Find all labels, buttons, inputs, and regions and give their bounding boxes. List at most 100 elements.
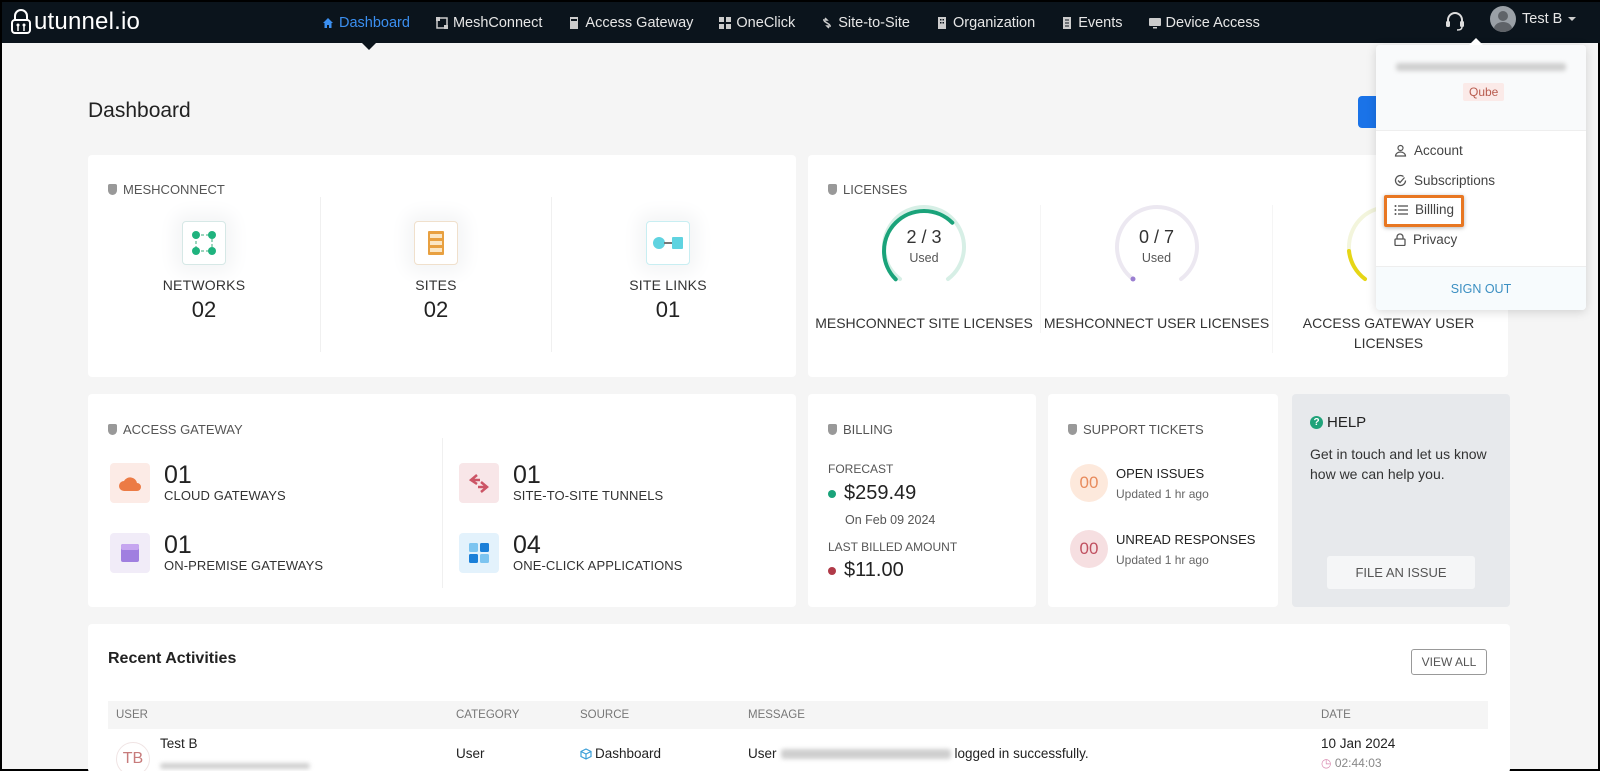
nav-label: Device Access	[1165, 14, 1260, 31]
site-to-site-icon	[823, 16, 832, 29]
nav-label: Dashboard	[339, 14, 410, 31]
message-cell: User logged in successfully.	[748, 746, 1089, 761]
stat-label: SITES	[415, 277, 457, 293]
support-tickets-title: SUPPORT TICKETS	[1068, 422, 1204, 437]
device-icon	[1148, 17, 1161, 28]
menu-item-billing[interactable]: Billling	[1394, 202, 1454, 217]
stat-label: NETWORKS	[162, 277, 246, 293]
events-icon	[1063, 16, 1072, 29]
nav-events[interactable]: Events	[1061, 15, 1123, 31]
source-text: Dashboard	[595, 746, 662, 761]
networks-stat[interactable]: NETWORKS 02	[88, 197, 320, 352]
nav-label: MeshConnect	[452, 14, 543, 31]
nav-label: Organization	[952, 14, 1036, 31]
column-header-date[interactable]: DATE	[1321, 709, 1351, 721]
column-header-message[interactable]: MESSAGE	[748, 709, 805, 721]
menu-item-account[interactable]: Account	[1394, 143, 1463, 158]
column-header-category[interactable]: CATEGORY	[456, 709, 519, 721]
shield-icon	[1068, 424, 1077, 435]
table-header: USER CATEGORY SOURCE MESSAGE DATE	[108, 701, 1488, 729]
table-row[interactable]: TB Test B User Dashboard User logged in …	[108, 736, 1488, 771]
sites-icon	[414, 221, 458, 265]
gateway-icon	[570, 16, 579, 29]
amount-text: $259.49	[844, 482, 917, 504]
gauge-fraction: 0 / 7	[1138, 227, 1175, 247]
user-name: Test B	[1522, 11, 1563, 27]
gauge-fill	[1346, 249, 1367, 281]
column-header-user[interactable]: USER	[116, 709, 148, 721]
time-text: 02:44:03	[1334, 756, 1382, 770]
organization-badge: Qube	[1463, 83, 1505, 101]
user-menu-toggle[interactable]: Test B	[1490, 6, 1577, 32]
unread-responses-count: 00	[1070, 530, 1108, 568]
file-an-issue-button[interactable]: FILE AN ISSUE	[1327, 556, 1475, 589]
one-click-applications-stat[interactable]: 04 ONE-CLICK APPLICATIONS	[459, 532, 683, 573]
billing-title: BILLING	[828, 422, 893, 437]
gauge-fraction: 2 / 3	[906, 227, 942, 247]
nav-access-gateway[interactable]: Access Gateway	[568, 15, 693, 31]
home-icon	[323, 17, 333, 28]
lock-icon	[1394, 233, 1406, 246]
nav-meshconnect[interactable]: MeshConnect	[435, 14, 543, 31]
networks-icon	[182, 221, 226, 265]
license-label: ACCESS GATEWAY USER LICENSES	[1302, 315, 1475, 351]
stat-value: 01	[164, 461, 192, 489]
stat-label: ONE-CLICK APPLICATIONS	[513, 558, 683, 573]
stat-value: 04	[513, 531, 541, 559]
top-navbar: utunnel.io Dashboard MeshConnect Access …	[2, 2, 1600, 43]
last-billed-amount: $11.00	[828, 559, 904, 582]
nav-site-to-site[interactable]: Site-to-Site	[821, 15, 910, 31]
divider	[442, 438, 443, 588]
open-issues[interactable]: 00 OPEN ISSUES Updated 1 hr ago	[1070, 464, 1209, 502]
meshconnect-card: MESHCONNECT NETWORKS 02 SITES 02 SITE LI…	[88, 155, 796, 377]
menu-item-subscriptions[interactable]: Subscriptions	[1394, 173, 1495, 188]
nav-dashboard[interactable]: Dashboard	[322, 15, 410, 31]
logo[interactable]: utunnel.io	[10, 6, 140, 38]
site-to-site-tunnels-stat[interactable]: 01 SITE-TO-SITE TUNNELS	[459, 462, 663, 503]
sites-stat[interactable]: SITES 02	[320, 197, 552, 352]
access-gateway-title: ACCESS GATEWAY	[108, 422, 243, 437]
user-name: Test B	[160, 736, 198, 751]
unread-responses[interactable]: 00 UNREAD RESPONSES Updated 1 hr ago	[1070, 530, 1255, 568]
user-dropdown-menu: Qube Account Subscriptions Billling Priv…	[1376, 38, 1586, 310]
stat-value: 01	[655, 297, 681, 322]
list-icon	[1394, 204, 1408, 215]
chevron-down-icon	[1568, 17, 1577, 21]
category-cell: User	[456, 746, 485, 761]
sign-out-button[interactable]: SIGN OUT	[1376, 267, 1586, 310]
clock-icon: ◷	[1321, 756, 1332, 770]
last-billed-dot	[828, 566, 836, 575]
stat-label: SITE LINKS	[629, 277, 707, 293]
nav-label: Access Gateway	[585, 14, 694, 31]
menu-item-label: Subscriptions	[1414, 173, 1496, 188]
apps-grid-icon	[459, 532, 499, 573]
site-links-stat[interactable]: SITE LINKS 01	[552, 197, 784, 352]
shield-icon	[108, 424, 117, 435]
time-cell: ◷ 02:44:03	[1321, 756, 1382, 770]
section-title-text: SUPPORT TICKETS	[1083, 422, 1204, 437]
column-header-source[interactable]: SOURCE	[580, 709, 629, 721]
menu-item-privacy[interactable]: Privacy	[1394, 232, 1457, 247]
active-nav-indicator	[362, 43, 376, 50]
shield-icon	[828, 424, 837, 435]
section-title-text: MESHCONNECT	[123, 182, 225, 197]
license-label: MESHCONNECT USER LICENSES	[1043, 315, 1270, 331]
organization-icon	[937, 16, 946, 29]
nav-device-access[interactable]: Device Access	[1148, 14, 1260, 31]
user-icon	[1394, 144, 1407, 157]
on-premise-gateways-stat[interactable]: 01 ON-PREMISE GATEWAYS	[110, 532, 323, 573]
menu-item-label: Account	[1414, 143, 1463, 158]
view-all-button[interactable]: VIEW ALL	[1411, 649, 1487, 675]
nav-oneclick[interactable]: OneClick	[719, 15, 795, 31]
user-email-redacted	[160, 758, 310, 771]
open-issues-count: 00	[1070, 464, 1108, 502]
user-avatar: TB	[116, 742, 150, 771]
headset-icon[interactable]	[1444, 10, 1466, 32]
message-prefix: User	[748, 746, 777, 761]
nav-organization[interactable]: Organization	[936, 15, 1035, 31]
cloud-gateways-stat[interactable]: 01 CLOUD GATEWAYS	[110, 462, 286, 503]
section-title-text: LICENSES	[843, 182, 908, 197]
help-title-text: HELP	[1327, 414, 1367, 431]
dropdown-header: Qube	[1376, 45, 1586, 131]
licenses-title: LICENSES	[828, 182, 907, 197]
